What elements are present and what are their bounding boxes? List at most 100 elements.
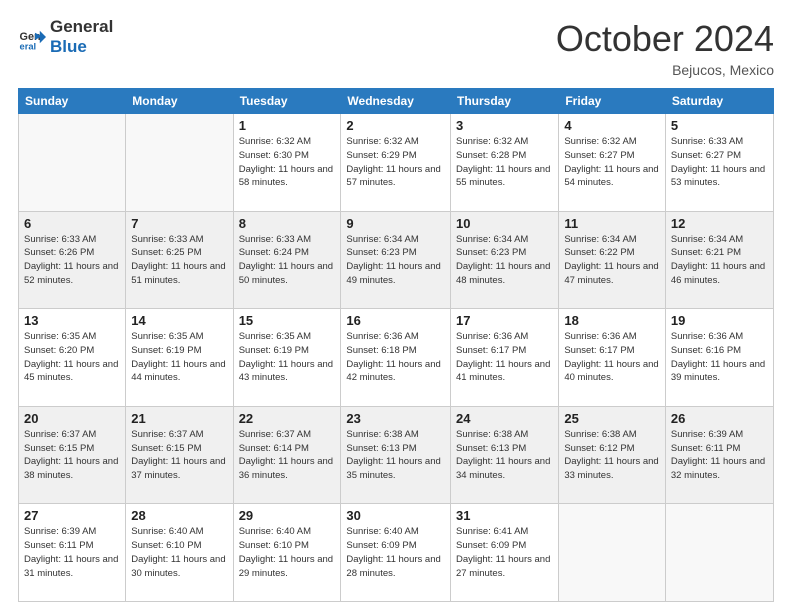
logo-general-text: General bbox=[50, 17, 113, 36]
header-thursday: Thursday bbox=[451, 89, 559, 114]
calendar-cell: 3 Sunrise: 6:32 AMSunset: 6:28 PMDaylight… bbox=[451, 114, 559, 212]
day-info: Sunrise: 6:40 AMSunset: 6:09 PMDaylight:… bbox=[346, 525, 445, 580]
day-number: 19 bbox=[671, 313, 768, 328]
calendar-cell: 20 Sunrise: 6:37 AMSunset: 6:15 PMDayligh… bbox=[19, 406, 126, 504]
day-info: Sunrise: 6:32 AMSunset: 6:28 PMDaylight:… bbox=[456, 135, 553, 190]
day-number: 27 bbox=[24, 508, 120, 523]
calendar-cell: 2Sunrise: 6:32 AMSunset: 6:29 PMDaylight… bbox=[341, 114, 451, 212]
logo: Gen eral ▶ General Blue bbox=[18, 18, 113, 57]
day-info: Sunrise: 6:34 AMSunset: 6:23 PMDaylight:… bbox=[346, 233, 445, 288]
day-number: 11 bbox=[564, 216, 660, 231]
day-info: Sunrise: 6:39 AMSunset: 6:11 PMDaylight:… bbox=[24, 525, 120, 580]
day-number: 20 bbox=[24, 411, 120, 426]
day-number: 18 bbox=[564, 313, 660, 328]
day-info: Sunrise: 6:38 AMSunset: 6:12 PMDaylight:… bbox=[564, 428, 660, 483]
day-info: Sunrise: 6:35 AMSunset: 6:20 PMDaylight:… bbox=[24, 330, 120, 385]
day-number: 13 bbox=[24, 313, 120, 328]
calendar-cell: 10 Sunrise: 6:34 AMSunset: 6:23 PMDayligh… bbox=[451, 211, 559, 309]
day-number: 15 bbox=[239, 313, 336, 328]
day-number: 8 bbox=[239, 216, 336, 231]
day-info: Sunrise: 6:39 AMSunset: 6:11 PMDaylight:… bbox=[671, 428, 768, 483]
day-number: 16 bbox=[346, 313, 445, 328]
header-sunday: Sunday bbox=[19, 89, 126, 114]
day-number: 29 bbox=[239, 508, 336, 523]
day-number: 3 bbox=[456, 118, 553, 133]
day-info: Sunrise: 6:40 AMSunset: 6:10 PMDaylight:… bbox=[239, 525, 336, 580]
header-wednesday: Wednesday bbox=[341, 89, 451, 114]
calendar-cell: 1 Sunrise: 6:32 AMSunset: 6:30 PMDaylight… bbox=[233, 114, 341, 212]
day-info: Sunrise: 6:34 AMSunset: 6:23 PMDaylight:… bbox=[456, 233, 553, 288]
calendar-cell: 7Sunrise: 6:33 AMSunset: 6:25 PMDaylight… bbox=[126, 211, 233, 309]
weekday-header-row: Sunday Monday Tuesday Wednesday Thursday… bbox=[19, 89, 774, 114]
day-number: 31 bbox=[456, 508, 553, 523]
day-number: 10 bbox=[456, 216, 553, 231]
calendar-cell: 9Sunrise: 6:34 AMSunset: 6:23 PMDaylight… bbox=[341, 211, 451, 309]
calendar-cell: 18 Sunrise: 6:36 AMSunset: 6:17 PMDayligh… bbox=[559, 309, 666, 407]
day-info: Sunrise: 6:36 AMSunset: 6:17 PMDaylight:… bbox=[456, 330, 553, 385]
day-number: 25 bbox=[564, 411, 660, 426]
day-number: 6 bbox=[24, 216, 120, 231]
day-info: Sunrise: 6:38 AMSunset: 6:13 PMDaylight:… bbox=[456, 428, 553, 483]
calendar-cell: 17Sunrise: 6:36 AMSunset: 6:17 PMDayligh… bbox=[451, 309, 559, 407]
day-info: Sunrise: 6:41 AMSunset: 6:09 PMDaylight:… bbox=[456, 525, 553, 580]
calendar-cell: 13 Sunrise: 6:35 AMSunset: 6:20 PMDayligh… bbox=[19, 309, 126, 407]
calendar-cell: 11 Sunrise: 6:34 AMSunset: 6:22 PMDayligh… bbox=[559, 211, 666, 309]
day-info: Sunrise: 6:32 AMSunset: 6:30 PMDaylight:… bbox=[239, 135, 336, 190]
day-info: Sunrise: 6:36 AMSunset: 6:16 PMDaylight:… bbox=[671, 330, 768, 385]
calendar-cell: 14 Sunrise: 6:35 AMSunset: 6:19 PMDayligh… bbox=[126, 309, 233, 407]
day-number: 1 bbox=[239, 118, 336, 133]
calendar-cell: 16Sunrise: 6:36 AMSunset: 6:18 PMDayligh… bbox=[341, 309, 451, 407]
day-info: Sunrise: 6:34 AMSunset: 6:22 PMDaylight:… bbox=[564, 233, 660, 288]
calendar-table: Sunday Monday Tuesday Wednesday Thursday… bbox=[18, 88, 774, 602]
day-info: Sunrise: 6:35 AMSunset: 6:19 PMDaylight:… bbox=[239, 330, 336, 385]
day-number: 28 bbox=[131, 508, 227, 523]
day-info: Sunrise: 6:34 AMSunset: 6:21 PMDaylight:… bbox=[671, 233, 768, 288]
day-number: 24 bbox=[456, 411, 553, 426]
day-info: Sunrise: 6:37 AMSunset: 6:15 PMDaylight:… bbox=[131, 428, 227, 483]
header-saturday: Saturday bbox=[665, 89, 773, 114]
day-info: Sunrise: 6:33 AMSunset: 6:24 PMDaylight:… bbox=[239, 233, 336, 288]
calendar-cell: 4 Sunrise: 6:32 AMSunset: 6:27 PMDaylight… bbox=[559, 114, 666, 212]
calendar-cell: 8 Sunrise: 6:33 AMSunset: 6:24 PMDaylight… bbox=[233, 211, 341, 309]
calendar-cell: 21 Sunrise: 6:37 AMSunset: 6:15 PMDayligh… bbox=[126, 406, 233, 504]
calendar-cell: 19 Sunrise: 6:36 AMSunset: 6:16 PMDayligh… bbox=[665, 309, 773, 407]
header-friday: Friday bbox=[559, 89, 666, 114]
month-title: October 2024 bbox=[556, 18, 774, 60]
day-number: 22 bbox=[239, 411, 336, 426]
header-tuesday: Tuesday bbox=[233, 89, 341, 114]
header-monday: Monday bbox=[126, 89, 233, 114]
calendar-cell: 28 Sunrise: 6:40 AMSunset: 6:10 PMDayligh… bbox=[126, 504, 233, 602]
calendar-cell bbox=[126, 114, 233, 212]
day-number: 14 bbox=[131, 313, 227, 328]
location: Bejucos, Mexico bbox=[556, 62, 774, 78]
logo-icon: Gen eral ▶ bbox=[18, 23, 46, 51]
calendar-cell: 27 Sunrise: 6:39 AMSunset: 6:11 PMDayligh… bbox=[19, 504, 126, 602]
day-info: Sunrise: 6:38 AMSunset: 6:13 PMDaylight:… bbox=[346, 428, 445, 483]
day-info: Sunrise: 6:33 AMSunset: 6:27 PMDaylight:… bbox=[671, 135, 768, 190]
calendar-cell: 25 Sunrise: 6:38 AMSunset: 6:12 PMDayligh… bbox=[559, 406, 666, 504]
calendar-cell: 23 Sunrise: 6:38 AMSunset: 6:13 PMDayligh… bbox=[341, 406, 451, 504]
calendar-cell: 30Sunrise: 6:40 AMSunset: 6:09 PMDayligh… bbox=[341, 504, 451, 602]
calendar-page: Gen eral ▶ General Blue October 2024 Bej… bbox=[0, 0, 792, 612]
day-number: 21 bbox=[131, 411, 227, 426]
day-info: Sunrise: 6:36 AMSunset: 6:17 PMDaylight:… bbox=[564, 330, 660, 385]
day-number: 2 bbox=[346, 118, 445, 133]
day-info: Sunrise: 6:40 AMSunset: 6:10 PMDaylight:… bbox=[131, 525, 227, 580]
day-number: 26 bbox=[671, 411, 768, 426]
day-info: Sunrise: 6:37 AMSunset: 6:14 PMDaylight:… bbox=[239, 428, 336, 483]
calendar-cell: 5 Sunrise: 6:33 AMSunset: 6:27 PMDaylight… bbox=[665, 114, 773, 212]
day-number: 23 bbox=[346, 411, 445, 426]
title-block: October 2024 Bejucos, Mexico bbox=[556, 18, 774, 78]
day-number: 7 bbox=[131, 216, 227, 231]
calendar-cell bbox=[665, 504, 773, 602]
calendar-cell: 6Sunrise: 6:33 AMSunset: 6:26 PMDaylight… bbox=[19, 211, 126, 309]
header: Gen eral ▶ General Blue October 2024 Bej… bbox=[18, 18, 774, 78]
day-info: Sunrise: 6:35 AMSunset: 6:19 PMDaylight:… bbox=[131, 330, 227, 385]
day-info: Sunrise: 6:37 AMSunset: 6:15 PMDaylight:… bbox=[24, 428, 120, 483]
calendar-cell bbox=[559, 504, 666, 602]
day-info: Sunrise: 6:32 AMSunset: 6:27 PMDaylight:… bbox=[564, 135, 660, 190]
logo-blue-text: Blue bbox=[50, 37, 87, 56]
calendar-cell: 24 Sunrise: 6:38 AMSunset: 6:13 PMDayligh… bbox=[451, 406, 559, 504]
day-number: 5 bbox=[671, 118, 768, 133]
day-number: 4 bbox=[564, 118, 660, 133]
